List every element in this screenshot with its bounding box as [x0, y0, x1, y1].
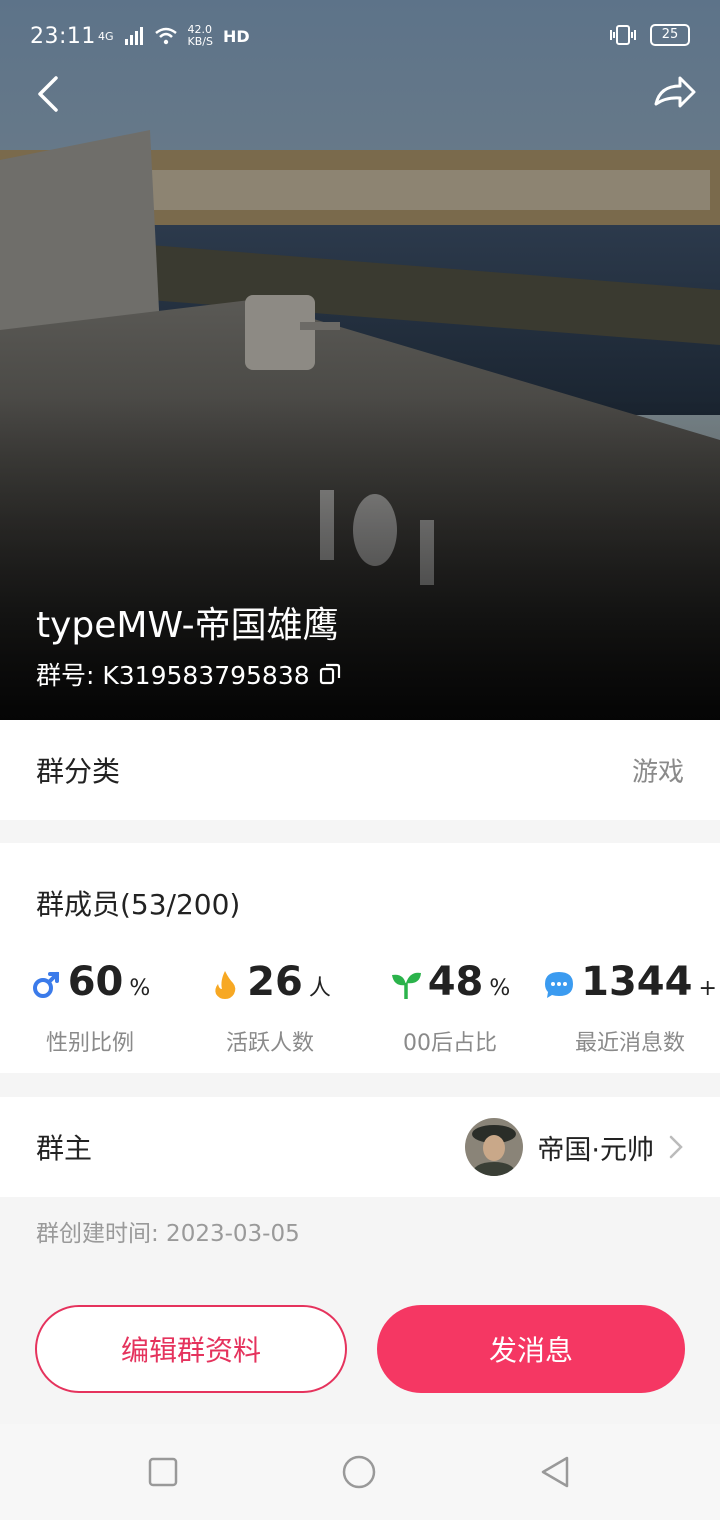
group-owner-row[interactable]: 群主 帝国·元帅 — [0, 1097, 720, 1197]
members-title: 群成员(53/200) — [36, 888, 241, 921]
wifi-icon — [154, 27, 177, 45]
stat-unit: 人 — [308, 976, 331, 1001]
hd-badge: HD — [222, 26, 250, 46]
chevron-right-icon — [669, 1135, 683, 1159]
stat-label: 活跃人数 — [225, 1031, 314, 1056]
category-label: 群分类 — [36, 755, 121, 788]
stat-label: 性别比例 — [45, 1031, 134, 1056]
recent-apps-icon[interactable] — [145, 1454, 181, 1490]
stat-value: 60 — [67, 959, 124, 1005]
group-id-row: 群号: K319583795838 — [36, 656, 342, 692]
stat-value: 1344 — [581, 959, 693, 1005]
system-nav-bar — [0, 1424, 720, 1520]
status-left-icons: 4G 42.0 KB/S HD — [98, 24, 250, 48]
signal-icon — [124, 27, 143, 45]
member-stats: 60 % 性别比例 26 人 活跃人数 48 % 00后占比 1344 + 最近… — [0, 959, 720, 1059]
back-nav-icon[interactable] — [537, 1454, 573, 1490]
stat-label: 最近消息数 — [574, 1031, 685, 1056]
male-gender-icon — [32, 972, 59, 998]
owner-info[interactable]: 帝国·元帅 — [465, 1118, 684, 1176]
owner-label: 群主 — [36, 1132, 93, 1165]
battery-indicator: 25 — [650, 24, 690, 46]
status-bar: 23:11 4G 42.0 KB/S HD 25 — [0, 0, 720, 74]
stat-recent-messages: 1344 + 最近消息数 — [540, 959, 720, 1057]
stat-gender-ratio: 60 % 性别比例 — [0, 959, 180, 1057]
group-category-row: 群分类 游戏 — [0, 720, 720, 820]
send-message-button[interactable]: 发消息 — [377, 1305, 685, 1393]
stat-unit: % — [129, 976, 151, 1001]
group-id: 群号: K319583795838 — [36, 661, 310, 690]
group-name: typeMW-帝国雄鹰 — [36, 605, 339, 646]
category-value: 游戏 — [631, 757, 684, 788]
stat-active-members: 26 人 活跃人数 — [180, 959, 360, 1057]
network-type: 4G — [98, 29, 114, 43]
stat-post00-ratio: 48 % 00后占比 — [360, 959, 540, 1057]
group-cover: 23:11 4G 42.0 KB/S HD 25 typeMW-帝国雄鹰 群号:… — [0, 0, 720, 720]
stat-unit: % — [489, 976, 511, 1001]
stat-unit: + — [698, 976, 717, 1001]
net-speed: 42.0 KB/S — [187, 23, 213, 48]
avatar[interactable] — [465, 1118, 524, 1176]
share-icon[interactable] — [650, 70, 698, 114]
flame-icon — [215, 971, 236, 999]
back-arrow-icon[interactable] — [30, 72, 70, 116]
copy-icon[interactable] — [318, 662, 342, 686]
sprout-icon — [391, 972, 421, 999]
group-members-section[interactable]: 群成员(53/200) 60 % 性别比例 26 人 活跃人数 48 % 00后… — [0, 843, 720, 1073]
home-icon[interactable] — [341, 1454, 377, 1490]
group-created-date: 群创建时间: 2023-03-05 — [36, 1221, 300, 1247]
stat-value: 26 — [247, 959, 303, 1005]
stat-value: 48 — [427, 959, 484, 1005]
edit-group-button[interactable]: 编辑群资料 — [35, 1305, 347, 1393]
vibrate-icon — [610, 25, 636, 45]
owner-name: 帝国·元帅 — [537, 1134, 654, 1166]
chat-bubble-icon — [545, 972, 574, 998]
status-time: 23:11 — [30, 24, 96, 49]
status-right-icons: 25 — [608, 24, 690, 46]
stat-label: 00后占比 — [403, 1031, 497, 1056]
